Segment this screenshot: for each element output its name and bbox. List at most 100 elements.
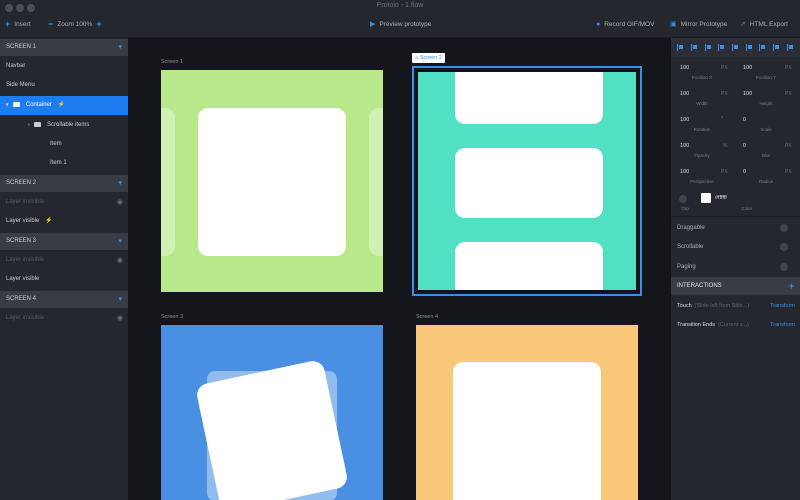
paging-toggle[interactable] bbox=[780, 263, 788, 271]
collapse-icon[interactable]: ▾ bbox=[118, 175, 122, 192]
screen-2-label[interactable]: ⌂ Screen 2 bbox=[412, 53, 445, 63]
zoom-out-icon[interactable]: − bbox=[48, 19, 53, 29]
position-y-value[interactable]: 100 bbox=[743, 65, 752, 71]
layer-item[interactable]: › Scrollable items bbox=[0, 116, 128, 135]
layer-item[interactable]: Navbar bbox=[0, 57, 128, 76]
scroll-item[interactable] bbox=[455, 148, 603, 218]
radius-value[interactable]: 0 bbox=[743, 169, 746, 175]
perspective-value[interactable]: 100 bbox=[680, 169, 689, 175]
screen-1-label[interactable]: Screen 1 bbox=[161, 59, 183, 65]
interaction-action[interactable]: Transform bbox=[770, 303, 795, 309]
insert-button[interactable]: + Insert bbox=[5, 18, 31, 30]
rotated-card[interactable] bbox=[194, 358, 350, 500]
scrollable-toggle[interactable] bbox=[780, 243, 788, 251]
eye-icon[interactable]: ◉ bbox=[117, 309, 123, 328]
plus-icon: + bbox=[5, 19, 11, 29]
align-center-h-icon[interactable] bbox=[690, 44, 698, 51]
distribute-h-icon[interactable] bbox=[759, 44, 766, 51]
radius-unit: PX bbox=[785, 169, 792, 175]
app-window: Protoio - 1.flow + Insert − Zoom 100% + … bbox=[0, 0, 800, 500]
screen-1-artboard[interactable] bbox=[161, 70, 383, 292]
screen-header-title: SCREEN 1 bbox=[6, 44, 37, 50]
align-middle-v-icon[interactable] bbox=[731, 44, 739, 51]
collapse-icon[interactable]: ▾ bbox=[118, 233, 122, 250]
screen-4-label[interactable]: Screen 4 bbox=[416, 314, 438, 320]
draggable-toggle[interactable] bbox=[780, 224, 788, 232]
opacity-value[interactable]: 100 bbox=[680, 143, 689, 149]
play-icon: ▶ bbox=[370, 21, 376, 28]
side-item-right[interactable] bbox=[369, 108, 383, 256]
layer-item[interactable]: Layer invisible ◉ bbox=[0, 309, 128, 328]
preview-prototype-button[interactable]: ▶ Preview prototype bbox=[370, 18, 431, 30]
zoom-in-icon[interactable]: + bbox=[96, 19, 101, 29]
rotation-label: Rotation bbox=[693, 127, 711, 132]
height-value[interactable]: 100 bbox=[743, 91, 752, 97]
scroll-item[interactable] bbox=[455, 72, 603, 124]
layer-item[interactable]: Layer visible ⚡ bbox=[0, 212, 128, 231]
scrollable-label: Scrollable bbox=[677, 244, 704, 250]
eye-icon[interactable]: ◉ bbox=[117, 251, 123, 270]
interaction-action[interactable]: Transform bbox=[770, 322, 795, 328]
screen-3-label[interactable]: Screen 3 bbox=[161, 314, 183, 320]
expand-arrow-icon[interactable]: ▾ bbox=[6, 102, 9, 108]
width-value[interactable]: 100 bbox=[680, 91, 689, 97]
screen-4-artboard[interactable] bbox=[416, 325, 638, 500]
color-value[interactable]: #ffffff bbox=[715, 195, 727, 201]
align-left-icon[interactable] bbox=[677, 44, 684, 51]
clip-toggle[interactable] bbox=[679, 195, 687, 203]
layer-item-selected[interactable]: ▾ Container ⚡ bbox=[0, 96, 128, 115]
center-item[interactable] bbox=[198, 108, 346, 256]
layer-item[interactable]: Side Menu bbox=[0, 76, 128, 95]
screen-header-title: SCREEN 4 bbox=[6, 296, 37, 302]
layer-item[interactable]: Item bbox=[0, 135, 128, 154]
color-swatch[interactable] bbox=[701, 193, 711, 203]
align-bottom-icon[interactable] bbox=[745, 44, 753, 51]
pin-icon[interactable] bbox=[786, 44, 794, 51]
draggable-label: Draggable bbox=[677, 225, 705, 231]
zoom-control[interactable]: − Zoom 100% + bbox=[48, 18, 102, 30]
screen-2-header[interactable]: SCREEN 2 ▾ bbox=[0, 175, 128, 192]
interaction-hint: (Slide left from Side...) bbox=[694, 303, 750, 309]
html-export-button[interactable]: ➚ HTML Export bbox=[740, 18, 788, 30]
screen-1-header[interactable]: SCREEN 1 ▾ bbox=[0, 39, 128, 56]
add-interaction-icon[interactable]: + bbox=[789, 277, 794, 295]
height-unit: PX bbox=[785, 91, 792, 97]
layer-label: Scrollable items bbox=[47, 122, 90, 128]
scroll-item[interactable] bbox=[455, 242, 603, 290]
screen-2-artboard[interactable] bbox=[416, 70, 638, 292]
side-item-left[interactable] bbox=[161, 108, 175, 256]
opacity-unit: % bbox=[723, 143, 728, 149]
collapse-icon[interactable]: ▾ bbox=[118, 291, 122, 308]
record-button[interactable]: ● Record GIF/MOV bbox=[596, 18, 654, 30]
screen-3-artboard[interactable] bbox=[161, 325, 383, 500]
design-canvas[interactable]: Screen 1 ⌂ Screen 2 Screen 3 Screen 4 bbox=[128, 38, 671, 500]
interaction-row[interactable]: Touch (Slide left from Side...) Transform bbox=[677, 303, 795, 309]
scale-value[interactable]: 0 bbox=[743, 117, 746, 123]
collapse-icon[interactable]: ▾ bbox=[118, 39, 122, 56]
expand-arrow-icon[interactable]: › bbox=[28, 122, 30, 128]
rotation-value[interactable]: 100 bbox=[680, 117, 689, 123]
blur-value[interactable]: 0 bbox=[743, 143, 746, 149]
center-card[interactable] bbox=[453, 362, 601, 500]
screen-4-header[interactable]: SCREEN 4 ▾ bbox=[0, 291, 128, 308]
screen-header-title: SCREEN 3 bbox=[6, 238, 37, 244]
screen-3-header[interactable]: SCREEN 3 ▾ bbox=[0, 233, 128, 250]
layer-item[interactable]: Layer visible bbox=[0, 270, 128, 289]
radius-label: Radius bbox=[758, 179, 773, 184]
align-right-icon[interactable] bbox=[704, 44, 712, 51]
align-top-icon[interactable] bbox=[718, 44, 725, 51]
position-x-value[interactable]: 100 bbox=[680, 65, 689, 71]
layer-label: Layer invisible bbox=[6, 199, 45, 205]
screen-2-label-text: Screen 2 bbox=[419, 55, 442, 61]
eye-icon[interactable]: ◉ bbox=[117, 193, 123, 212]
divider bbox=[671, 216, 800, 217]
layer-item[interactable]: Layer invisible ◉ bbox=[0, 193, 128, 212]
position-x-label: Position X bbox=[691, 75, 713, 80]
interaction-row[interactable]: Transition Ends (Current s...) Transform bbox=[677, 322, 795, 328]
lightning-icon: ⚡ bbox=[45, 218, 53, 224]
layer-item[interactable]: Item 1 bbox=[0, 154, 128, 173]
mirror-prototype-button[interactable]: ▣ Mirror Prototype bbox=[670, 18, 727, 30]
layer-item[interactable]: Layer invisible ◉ bbox=[0, 251, 128, 270]
interactions-title: INTERACTIONS bbox=[677, 283, 722, 289]
distribute-v-icon[interactable] bbox=[772, 44, 780, 51]
